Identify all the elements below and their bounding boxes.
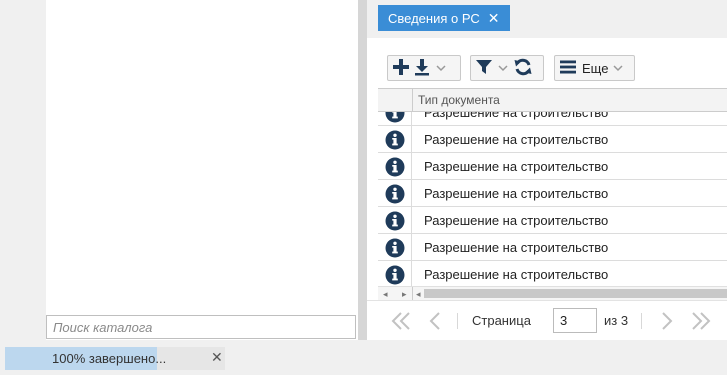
page-number-input[interactable] (553, 308, 597, 333)
chevron-down-icon[interactable] (496, 61, 510, 75)
documents-grid: Тип документа Разрешение на строительств… (378, 88, 727, 301)
add-icon[interactable] (392, 58, 410, 79)
table-row[interactable]: Разрешение на строительство (378, 207, 727, 234)
grid-header: Тип документа (378, 88, 727, 112)
horizontal-scrollbar[interactable]: ◂ ▸ ◂ (378, 286, 727, 301)
pager-separator (457, 313, 458, 329)
tab-label: Сведения о РС (388, 10, 480, 26)
document-type-cell: Разрешение на строительство (424, 186, 609, 201)
scrollbar-thumb[interactable] (424, 289, 727, 298)
total-pages-label: из 3 (604, 313, 629, 328)
info-icon[interactable] (378, 234, 412, 261)
document-type-cell: Разрешение на строительство (424, 159, 609, 174)
chevron-down-icon[interactable] (434, 61, 448, 75)
catalog-panel (46, 0, 358, 340)
document-type-cell: Разрешение на строительство (424, 267, 609, 282)
chevron-down-icon (611, 61, 625, 75)
icon-column-header[interactable] (378, 89, 413, 111)
tab-rs-info[interactable]: Сведения о РС ✕ (378, 5, 510, 31)
document-type-cell: Разрешение на строительство (424, 240, 609, 255)
table-row[interactable]: Разрешение на строительство (378, 180, 727, 207)
previous-page-icon[interactable] (425, 309, 445, 333)
catalog-search-input[interactable] (46, 315, 356, 339)
scroll-right-icon[interactable]: ▸ (402, 289, 407, 300)
next-page-icon[interactable] (657, 309, 677, 333)
info-icon[interactable] (378, 112, 412, 126)
info-icon[interactable] (378, 153, 412, 180)
first-page-icon[interactable] (389, 309, 413, 333)
close-icon[interactable]: ✕ (211, 349, 223, 366)
more-menu-label: Еще (582, 60, 609, 76)
table-row[interactable]: Разрешение на строительство (378, 234, 727, 261)
page-label: Страница (472, 313, 531, 328)
document-type-cell: Разрешение на строительство (424, 132, 609, 147)
filter-refresh-button-group (470, 55, 544, 81)
table-row[interactable]: Разрешение на строительство (378, 153, 727, 180)
grid-toolbar: Еще (367, 38, 727, 88)
document-panel: Сведения о РС ✕ Еще Тип документа Разреш… (367, 0, 727, 340)
download-icon[interactable] (413, 58, 431, 79)
column-header-document-type[interactable]: Тип документа (418, 93, 500, 107)
pager-separator (641, 313, 642, 329)
table-row[interactable]: Разрешение на строительство (378, 112, 727, 126)
tab-strip: Сведения о РС ✕ (367, 0, 727, 38)
document-type-cell: Разрешение на строительство (424, 112, 609, 120)
scroll-left-icon[interactable]: ◂ (416, 289, 421, 300)
refresh-icon[interactable] (513, 57, 533, 80)
more-menu-button[interactable]: Еще (554, 55, 635, 81)
table-row[interactable]: Разрешение на строительство (378, 261, 727, 286)
document-type-cell: Разрешение на строительство (424, 213, 609, 228)
add-download-button-group (387, 55, 461, 81)
progress-text: 100% завершено... (52, 351, 167, 366)
scroll-left-icon[interactable]: ◂ (383, 289, 388, 300)
pagination-bar: Страница из 3 (367, 300, 727, 340)
info-icon[interactable] (378, 261, 412, 286)
info-icon[interactable] (378, 126, 412, 153)
grid-body: Разрешение на строительство Разрешение на… (378, 112, 727, 286)
progress-notification: 100% завершено... ✕ (5, 347, 225, 370)
info-icon[interactable] (378, 180, 412, 207)
tab-close-icon[interactable]: ✕ (488, 11, 500, 25)
table-row[interactable]: Разрешение на строительство (378, 126, 727, 153)
info-icon[interactable] (378, 207, 412, 234)
last-page-icon[interactable] (689, 309, 713, 333)
filter-icon[interactable] (475, 58, 493, 79)
menu-icon (559, 58, 577, 79)
scrollbar-divider (412, 287, 413, 301)
panel-splitter[interactable] (358, 0, 367, 340)
